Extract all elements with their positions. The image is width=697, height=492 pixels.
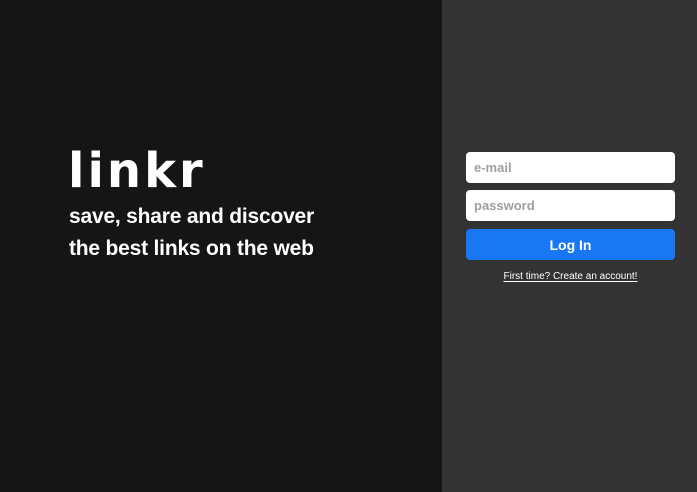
tagline-line-1: save, share and discover	[69, 205, 315, 228]
login-form: Log In First time? Create an account!	[466, 152, 675, 282]
login-panel: Log In First time? Create an account!	[442, 0, 697, 492]
brand-panel: linkr save, share and discover the best …	[0, 0, 442, 492]
login-button[interactable]: Log In	[466, 229, 675, 260]
tagline: save, share and discover the best links …	[69, 201, 409, 265]
create-account-link[interactable]: First time? Create an account!	[466, 271, 675, 282]
email-field[interactable]	[466, 152, 675, 183]
linkr-logo: linkr	[68, 143, 206, 199]
tagline-line-2: the best links on the web	[69, 237, 314, 260]
password-field[interactable]	[466, 190, 675, 221]
